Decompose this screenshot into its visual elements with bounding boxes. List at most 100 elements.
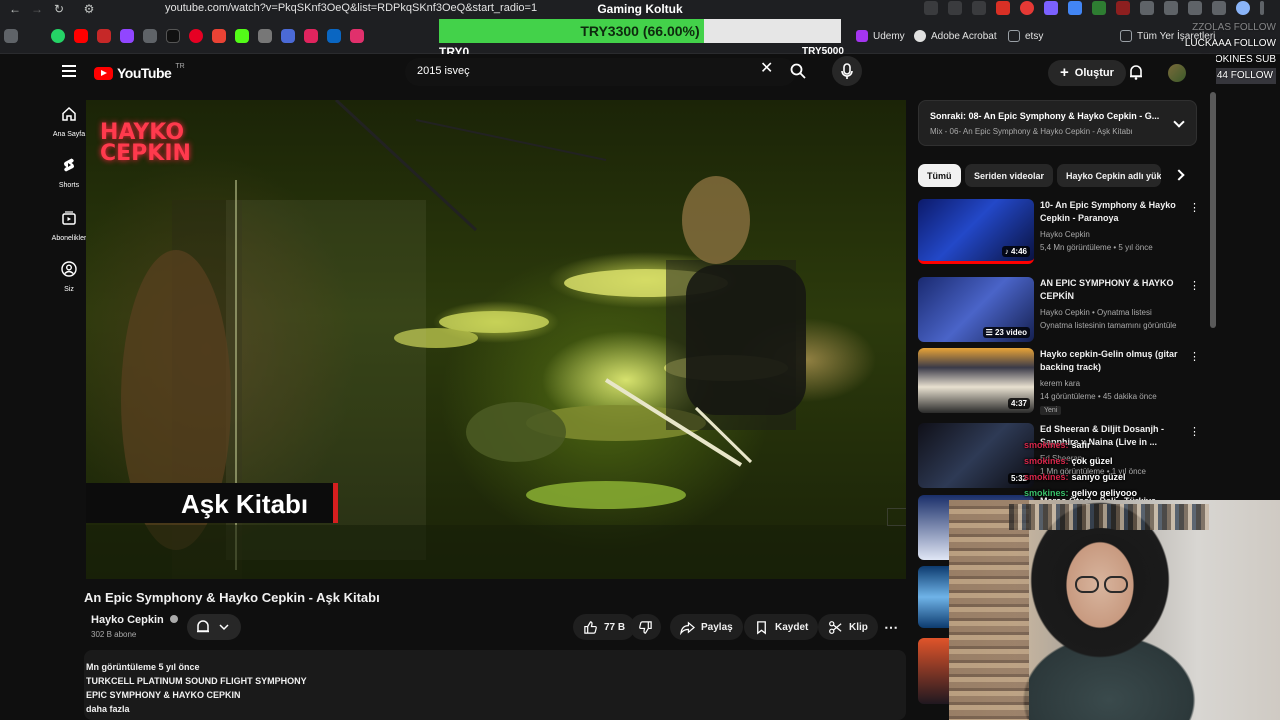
recommendation-meta: 5,4 Mn görüntüleme • 5 yıl önce	[1040, 243, 1153, 252]
chevron-right-icon[interactable]	[1173, 169, 1185, 181]
adobe-icon	[914, 30, 926, 42]
extensions-puzzle-icon[interactable]	[1164, 1, 1178, 15]
bell-icon	[197, 620, 229, 633]
channel-name[interactable]: Hayko Cepkin	[91, 614, 178, 626]
bookmark-arrow-icon[interactable]	[281, 29, 295, 43]
browser-menu-icon[interactable]	[1260, 1, 1264, 15]
clip-button[interactable]: Klip	[818, 614, 878, 640]
notifications-bell-icon[interactable]	[1128, 64, 1144, 80]
pinterest-icon[interactable]	[189, 29, 203, 43]
recommendation-title[interactable]: AN EPIC SYMPHONY & HAYKO CEPKİN	[1040, 277, 1190, 303]
recommendation-channel[interactable]: Hayko Cepkin	[1040, 228, 1090, 242]
recommendation-title[interactable]: Hayko cepkin-Gelin olmuş (gitar backing …	[1040, 348, 1190, 374]
channel-name-text: Hayko Cepkin	[91, 614, 164, 626]
bookmark-star-icon[interactable]	[972, 1, 986, 15]
recommendation-item[interactable]: 4:37 Hayko cepkin-Gelin olmuş (gitar bac…	[918, 348, 1203, 418]
share-icon[interactable]	[948, 1, 962, 15]
account-avatar[interactable]	[1168, 64, 1186, 82]
chat-text: geliyo geliyooo	[1071, 488, 1138, 498]
create-label: Oluştur	[1074, 67, 1114, 79]
more-actions-button[interactable]: ⋯	[876, 614, 906, 640]
site-info-icon[interactable]: ⚙	[82, 2, 96, 16]
back-icon[interactable]: ←	[8, 2, 22, 16]
extension-green-icon[interactable]	[1092, 1, 1106, 15]
split-icon[interactable]	[1212, 1, 1226, 15]
chip-all[interactable]: Tümü	[918, 164, 961, 187]
youtube-logo[interactable]: YouTube TR	[94, 63, 185, 81]
description-line: EPIC SYMPHONY & HAYKO CEPKIN	[86, 690, 241, 700]
dislike-button[interactable]	[630, 614, 661, 640]
bookmark-pink-icon[interactable]	[304, 29, 318, 43]
chip-channel-uploads[interactable]: Hayko Cepkin adlı yük	[1057, 164, 1161, 187]
bookmark-etsy[interactable]: etsy	[1008, 30, 1043, 42]
video-thumbnail[interactable]: 4:37	[918, 348, 1034, 413]
recommendation-channel[interactable]: Hayko Cepkin • Oynatma listesi	[1040, 306, 1152, 320]
extension-ublock-icon[interactable]	[1116, 1, 1130, 15]
recommendation-item[interactable]: ☰ 23 video AN EPIC SYMPHONY & HAYKO CEPK…	[918, 277, 1203, 347]
more-vertical-icon[interactable]: ⋮	[1189, 201, 1200, 215]
like-button[interactable]: 77 B	[573, 614, 636, 640]
search-box[interactable]: 2015 isveç	[405, 58, 796, 86]
instagram-outline-icon[interactable]	[143, 29, 157, 43]
video-thumbnail[interactable]	[918, 566, 950, 628]
video-player[interactable]: HAYKO CEPKIN Aşk Kitabı	[86, 100, 906, 579]
sidebar-scrollbar[interactable]	[1210, 92, 1216, 328]
search-input[interactable]: 2015 isveç	[417, 65, 470, 77]
kick-icon[interactable]	[235, 29, 249, 43]
chat-message: smokines: çok güzel	[1024, 453, 1137, 469]
forward-icon[interactable]: →	[30, 2, 44, 16]
video-thumbnail[interactable]	[918, 638, 950, 704]
extension-shield-icon[interactable]	[1044, 1, 1058, 15]
video-thumbnail[interactable]: ♪ 4:46	[918, 199, 1034, 264]
description-box[interactable]: Mn görüntüleme 5 yıl önce TURKCELL PLATI…	[84, 650, 906, 720]
share-button[interactable]: Paylaş	[670, 614, 743, 640]
extension-red-icon[interactable]	[996, 1, 1010, 15]
instagram-icon[interactable]	[350, 29, 364, 43]
extension-gear-icon[interactable]	[1140, 1, 1154, 15]
more-vertical-icon[interactable]: ⋮	[1189, 425, 1200, 439]
reload-icon[interactable]: ↻	[52, 2, 66, 16]
zoom-icon[interactable]	[924, 1, 938, 15]
recommendation-item[interactable]: ♪ 4:46 10- An Epic Symphony & Hayko Cepk…	[918, 199, 1203, 269]
playlist-thumbnail[interactable]: ☰ 23 video	[918, 277, 1034, 342]
profile-icon[interactable]	[1236, 1, 1250, 15]
video-thumbnail[interactable]: 5:32	[918, 423, 1034, 488]
clear-search-icon[interactable]: ✕	[760, 61, 773, 77]
extension-opera-icon[interactable]	[1020, 1, 1034, 15]
playlist-next-up[interactable]: Sonraki: 08- An Epic Symphony & Hayko Ce…	[918, 100, 1197, 146]
subscription-bell-button[interactable]	[187, 614, 241, 640]
show-more-link[interactable]: daha fazla	[86, 702, 906, 716]
linkedin-icon[interactable]	[327, 29, 341, 43]
address-bar[interactable]: youtube.com/watch?v=PkqSKnf3OeQ&list=RDP…	[165, 2, 537, 14]
extension-translate-icon[interactable]	[1068, 1, 1082, 15]
whatsapp-icon[interactable]	[51, 29, 65, 43]
bookmark-label: Adobe Acrobat	[931, 30, 997, 42]
more-vertical-icon[interactable]: ⋮	[1189, 279, 1200, 293]
chat-text: sanıyo güzel	[1071, 472, 1126, 482]
chip-series-videos[interactable]: Seriden videolar	[965, 164, 1054, 187]
recommendation-title[interactable]: 10- An Epic Symphony & Hayko Cepkin - Pa…	[1040, 199, 1190, 225]
bookmark-red-icon[interactable]	[97, 29, 111, 43]
bookmark-gray-icon[interactable]	[258, 29, 272, 43]
headphones	[1045, 528, 1157, 588]
chevron-down-icon[interactable]	[1173, 116, 1185, 128]
youtube-icon[interactable]	[74, 29, 88, 43]
save-button[interactable]: Kaydet	[744, 614, 819, 640]
twitch-icon[interactable]	[120, 29, 134, 43]
bookmark-udemy[interactable]: Udemy	[856, 30, 905, 42]
search-icon[interactable]	[790, 63, 806, 79]
folder-icon	[1120, 30, 1132, 42]
song-title-overlay: Aşk Kitabı	[86, 483, 338, 523]
more-vertical-icon[interactable]: ⋮	[1189, 350, 1200, 364]
create-button[interactable]: + Oluştur	[1048, 60, 1126, 86]
hamburger-menu-icon[interactable]	[62, 65, 76, 77]
bookmark-adobe-acrobat[interactable]: Adobe Acrobat	[914, 30, 997, 42]
voice-search-button[interactable]	[832, 56, 862, 86]
tiktok-icon[interactable]	[166, 29, 180, 43]
reading-list-icon[interactable]	[1188, 1, 1202, 15]
gmail-icon[interactable]	[212, 29, 226, 43]
recommendation-meta[interactable]: Oynatma listesinin tamamını görüntüle	[1040, 319, 1177, 333]
recommendation-channel[interactable]: kerem kara	[1040, 377, 1080, 391]
player-branding-icon	[887, 508, 906, 526]
apps-grid-icon[interactable]	[4, 29, 18, 43]
